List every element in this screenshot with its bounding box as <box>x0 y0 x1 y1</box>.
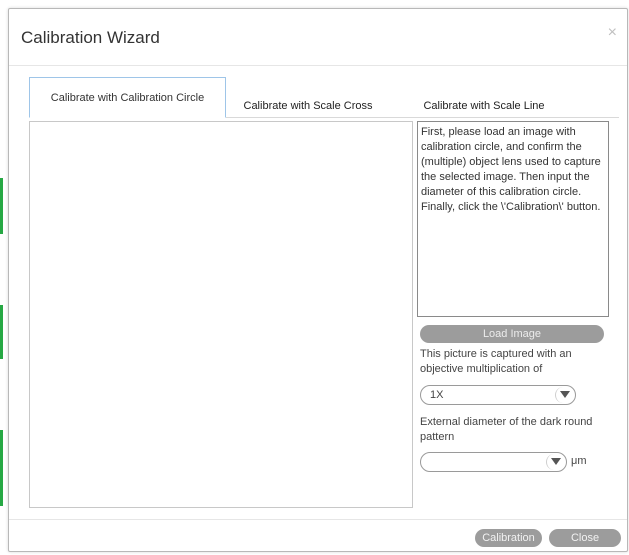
background-edge-mark <box>0 430 3 506</box>
dialog-title: Calibration Wizard <box>21 28 160 47</box>
diameter-unit: μm <box>571 455 587 467</box>
page: Calibration Wizard × Calibrate with Cali… <box>0 0 629 555</box>
tab-scale-line[interactable]: Calibrate with Scale Line <box>409 87 559 125</box>
footer-divider <box>9 519 627 520</box>
instructions-text: First, please load an image with calibra… <box>417 121 609 317</box>
background-edge-mark <box>0 178 3 234</box>
triangle-down-icon[interactable] <box>555 387 574 403</box>
image-preview-area <box>29 121 413 508</box>
tab-calibration-circle[interactable]: Calibrate with Calibration Circle <box>29 77 226 118</box>
triangle-down-icon[interactable] <box>546 454 565 470</box>
tab-scale-cross[interactable]: Calibrate with Scale Cross <box>233 87 383 125</box>
objective-select[interactable]: 1X <box>420 385 576 405</box>
close-button[interactable]: Close <box>549 529 621 547</box>
close-icon[interactable]: × <box>608 24 617 42</box>
diameter-input[interactable] <box>420 452 567 472</box>
diameter-label: External diameter of the dark round patt… <box>420 416 593 443</box>
calibration-wizard-dialog: Calibration Wizard × Calibrate with Cali… <box>8 8 628 552</box>
objective-label: This picture is captured with an objecti… <box>420 348 572 375</box>
load-image-button[interactable]: Load Image <box>420 325 604 343</box>
dialog-header: Calibration Wizard × <box>9 9 627 66</box>
objective-select-value: 1X <box>430 389 444 401</box>
calibration-button[interactable]: Calibration <box>475 529 542 547</box>
background-edge-mark <box>0 305 3 359</box>
tab-bar: Calibrate with Calibration Circle Calibr… <box>29 77 619 118</box>
